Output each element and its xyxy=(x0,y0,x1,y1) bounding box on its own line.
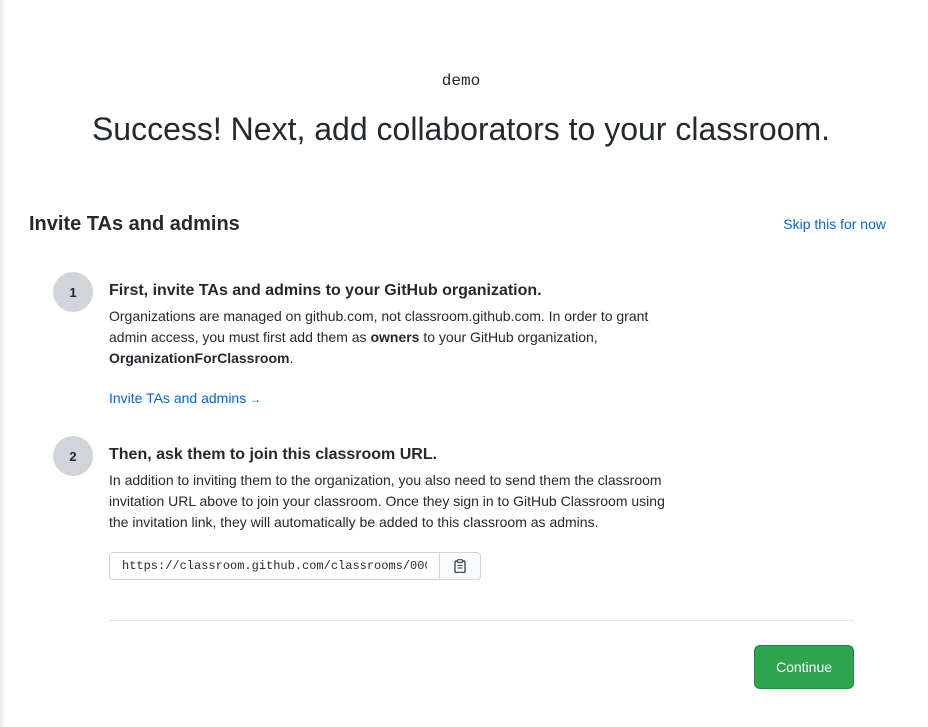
org-name: demo xyxy=(441,72,481,90)
step-1-desc-text-2: to your GitHub organization, xyxy=(419,329,598,345)
skip-link[interactable]: Skip this for now xyxy=(783,215,886,233)
organization-name-text: OrganizationForClassroom xyxy=(109,350,290,366)
footer-divider xyxy=(109,620,854,621)
step-2-description: In addition to inviting them to the orga… xyxy=(109,472,665,530)
step-2-title: Then, ask them to join this classroom UR… xyxy=(109,446,438,463)
arrow-right-icon: → xyxy=(249,392,262,406)
step-1-description: Organizations are managed on github.com,… xyxy=(109,306,679,369)
step-2-number: 2 xyxy=(53,436,93,476)
invite-tas-link[interactable]: Invite TAs and admins → xyxy=(109,389,261,408)
continue-button[interactable]: Continue xyxy=(754,645,854,689)
copy-url-button[interactable] xyxy=(439,552,481,580)
invite-tas-link-label: Invite TAs and admins xyxy=(109,390,247,406)
section-title: Invite TAs and admins xyxy=(29,213,240,235)
step-1-number: 1 xyxy=(53,272,93,312)
classroom-url-input[interactable] xyxy=(109,552,439,580)
clipboard-icon xyxy=(454,559,466,573)
step-1-desc-text-3: . xyxy=(289,350,294,366)
page-headline: Success! Next, add collaborators to your… xyxy=(91,111,831,147)
step-1-title: First, invite TAs and admins to your Git… xyxy=(109,282,542,299)
classroom-url-group xyxy=(109,552,481,580)
owners-text: owners xyxy=(370,329,420,345)
